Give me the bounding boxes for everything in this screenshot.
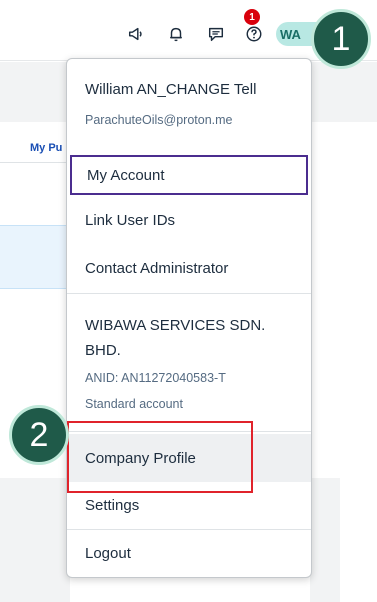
logout-item[interactable]: Logout bbox=[67, 530, 311, 576]
background-panel bbox=[0, 478, 70, 602]
menu-divider bbox=[67, 293, 311, 294]
help-icon[interactable] bbox=[244, 24, 264, 44]
contact-administrator-item[interactable]: Contact Administrator bbox=[67, 245, 311, 291]
company-anid: ANID: AN11272040583-T bbox=[85, 371, 226, 385]
user-name: William AN_CHANGE Tell bbox=[85, 81, 257, 98]
company-profile-highlight bbox=[67, 421, 253, 493]
step-1-callout: 1 bbox=[311, 9, 371, 69]
my-account-item[interactable]: My Account bbox=[70, 155, 308, 195]
background-panel-right bbox=[310, 478, 340, 602]
user-email: ParachuteOils@proton.me bbox=[85, 113, 233, 127]
user-menu: William AN_CHANGE Tell ParachuteOils@pro… bbox=[66, 58, 312, 578]
bell-icon[interactable] bbox=[166, 24, 186, 44]
megaphone-icon[interactable] bbox=[126, 24, 146, 44]
step-2-callout: 2 bbox=[9, 405, 69, 465]
background-tab-label[interactable]: My Pu bbox=[30, 142, 70, 160]
company-name: WIBAWA SERVICES SDN. BHD. bbox=[85, 317, 266, 359]
notifications-icon[interactable] bbox=[206, 24, 226, 44]
notification-badge: 1 bbox=[244, 9, 260, 25]
account-type: Standard account bbox=[85, 397, 183, 411]
link-user-ids-item[interactable]: Link User IDs bbox=[67, 197, 311, 243]
